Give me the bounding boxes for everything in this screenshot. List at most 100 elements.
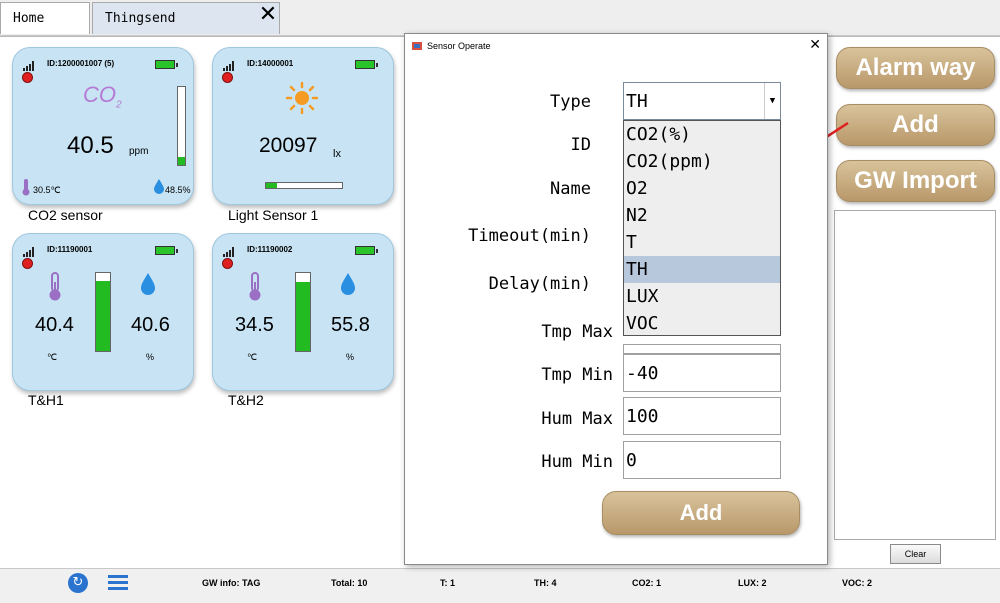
tab-thingsend[interactable]: Thingsend (92, 2, 280, 34)
sensor-card-th1[interactable]: ID:11190001 40.4 ℃ 40.6 % (12, 233, 194, 391)
sensor-unit: lx (333, 148, 341, 160)
tab-bar: Home Thingsend ✕ (0, 0, 1000, 36)
humidity-value: 40.6 (131, 314, 170, 336)
sensor-unit: ppm (129, 146, 149, 157)
hum-max-field[interactable]: 100 (623, 397, 781, 435)
voc-count: VOC: 2 (842, 578, 873, 588)
chevron-down-icon[interactable]: ▼ (764, 83, 780, 119)
sensor-value: 40.5 (67, 132, 114, 159)
sun-icon (286, 82, 318, 114)
alarm-way-button[interactable]: Alarm way (836, 47, 995, 89)
dialog-add-button[interactable]: Add (602, 491, 800, 535)
signal-icon (23, 247, 37, 257)
type-option-co2-percent[interactable]: CO2(%) (624, 121, 780, 148)
sensor-card-co2[interactable]: ID:1200001007 (5) CO2 40.5 ppm 30.5℃ 48.… (12, 47, 194, 205)
thermometer-icon (22, 179, 30, 196)
timeout-label: Timeout(min) (468, 226, 591, 246)
type-option-co2-ppm[interactable]: CO2(ppm) (624, 148, 780, 175)
type-label: Type (550, 92, 591, 112)
hum-min-field[interactable]: 0 (623, 441, 781, 479)
t-count: T: 1 (440, 578, 456, 588)
temperature-value: 34.5 (235, 314, 274, 336)
tab-thingsend-label: Thingsend (105, 11, 176, 26)
thermometer-icon (49, 272, 61, 301)
type-dropdown-list[interactable]: CO2(%) CO2(ppm) O2 N2 T TH LUX VOC (623, 120, 781, 336)
sensor-card-light[interactable]: ID:14000001 20097 lx (212, 47, 394, 205)
status-dot-icon (22, 72, 33, 83)
device-id: ID:11190002 (247, 245, 293, 254)
clear-button[interactable]: Clear (890, 544, 941, 564)
level-bar (265, 182, 343, 189)
humidity-unit: % (146, 352, 155, 362)
co2-count: CO2: 1 (632, 578, 662, 588)
hum-max-value: 100 (626, 406, 659, 427)
device-id: ID:1200001007 (5) (47, 59, 115, 68)
battery-icon (155, 60, 178, 69)
type-option-n2[interactable]: N2 (624, 202, 780, 229)
th-count: TH: 4 (534, 578, 557, 588)
type-option-th[interactable]: TH (624, 256, 780, 283)
type-select[interactable]: TH ▼ (623, 82, 781, 120)
humidity-value: 55.8 (331, 314, 370, 336)
sensor-value: 20097 (259, 134, 318, 157)
level-bar (177, 86, 186, 166)
level-bar (95, 272, 111, 352)
level-bar (295, 272, 311, 352)
card-name: T&H1 (28, 392, 64, 408)
status-dot-icon (222, 258, 233, 269)
gw-import-button[interactable]: GW Import (836, 160, 995, 202)
lux-count: LUX: 2 (738, 578, 767, 588)
list-icon[interactable] (108, 574, 128, 592)
humidity-unit: % (346, 352, 355, 362)
tab-home-label: Home (13, 11, 45, 26)
water-drop-icon (141, 273, 155, 295)
water-drop-icon (341, 273, 355, 295)
device-id: ID:11190001 (47, 245, 93, 254)
type-option-voc[interactable]: VOC (624, 310, 780, 337)
type-option-t[interactable]: T (624, 229, 780, 256)
status-dot-icon (222, 72, 233, 83)
battery-icon (355, 246, 378, 255)
temperature-value: 40.4 (35, 314, 74, 336)
tmp-min-label: Tmp Min (541, 365, 613, 385)
delay-label: Delay(min) (488, 274, 591, 294)
name-label: Name (550, 179, 591, 199)
temperature-reading: 30.5℃ (33, 185, 61, 195)
level-bar-fill (296, 282, 310, 351)
tab-close-icon[interactable]: ✕ (256, 4, 280, 28)
card-name: CO2 sensor (28, 207, 103, 223)
sensor-operate-dialog: Sensor Operate ✕ Type ID Name Timeout(mi… (404, 33, 828, 565)
battery-icon (355, 60, 378, 69)
card-name: T&H2 (228, 392, 264, 408)
device-id: ID:14000001 (247, 59, 294, 68)
level-bar-fill (96, 280, 110, 351)
id-label: ID (570, 135, 591, 155)
tmp-min-field[interactable]: -40 (623, 354, 781, 392)
tmp-max-field[interactable] (623, 344, 781, 354)
type-option-o2[interactable]: O2 (624, 175, 780, 202)
dialog-title-bar[interactable]: Sensor Operate ✕ (405, 34, 827, 58)
type-select-value: TH (626, 91, 648, 112)
type-option-lux[interactable]: LUX (624, 283, 780, 310)
battery-icon (155, 246, 178, 255)
close-icon[interactable]: ✕ (809, 37, 821, 53)
hum-max-label: Hum Max (541, 409, 613, 429)
level-bar-fill (266, 183, 278, 188)
status-bar: ↻ GW info: TAG Total: 10 T: 1 TH: 4 CO2:… (0, 568, 1000, 603)
refresh-icon[interactable]: ↻ (68, 573, 88, 593)
java-app-icon (412, 42, 422, 50)
hum-min-value: 0 (626, 450, 637, 471)
sensor-card-th2[interactable]: ID:11190002 34.5 ℃ 55.8 % (212, 233, 394, 391)
log-list[interactable] (834, 210, 996, 540)
thermometer-icon (249, 272, 261, 301)
water-drop-icon (154, 179, 164, 194)
co2-icon-text: CO (83, 82, 116, 107)
humidity-reading: 48.5% (165, 185, 191, 195)
tab-home[interactable]: Home (0, 2, 90, 34)
co2-icon-sub: 2 (116, 99, 122, 111)
level-bar-fill (178, 157, 185, 165)
co2-icon: CO2 (83, 82, 122, 110)
tmp-min-value: -40 (626, 363, 659, 384)
signal-icon (223, 61, 237, 71)
signal-icon (23, 61, 37, 71)
